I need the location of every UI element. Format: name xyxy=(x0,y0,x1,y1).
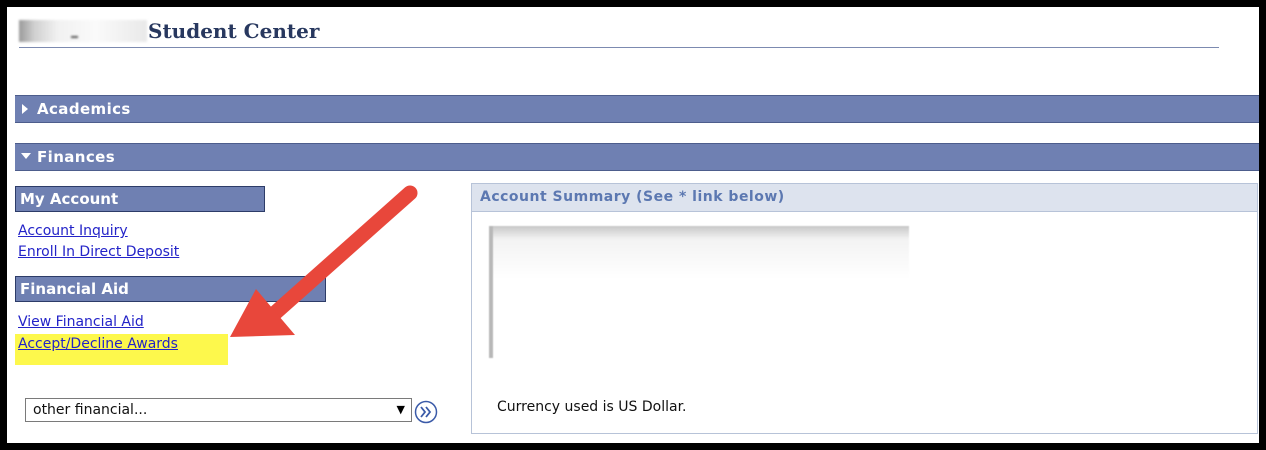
student-center-page: Student Center Academics Finances My Acc… xyxy=(7,7,1259,443)
redacted-balance-area xyxy=(489,226,909,358)
academics-section-header[interactable]: Academics xyxy=(15,95,1259,123)
title-divider xyxy=(19,47,1219,48)
my-account-heading: My Account xyxy=(15,186,265,212)
dropdown-arrow-icon: ▼ xyxy=(396,403,405,416)
account-summary-header: Account Summary (See * link below) xyxy=(472,184,1257,212)
academics-label: Academics xyxy=(37,100,131,118)
currency-note: Currency used is US Dollar. xyxy=(497,399,687,415)
collapse-triangle-icon xyxy=(21,153,31,159)
financial-aid-heading: Financial Aid xyxy=(15,276,326,302)
enroll-direct-deposit-link[interactable]: Enroll In Direct Deposit xyxy=(18,244,179,260)
account-summary-panel: Account Summary (See * link below) Curre… xyxy=(471,183,1258,434)
go-arrow-button[interactable] xyxy=(414,400,438,424)
account-inquiry-link[interactable]: Account Inquiry xyxy=(18,223,128,239)
accept-decline-awards-link[interactable]: Accept/Decline Awards xyxy=(18,336,178,352)
redacted-student-name xyxy=(19,20,147,42)
expand-triangle-icon xyxy=(22,104,28,114)
view-financial-aid-link[interactable]: View Financial Aid xyxy=(18,314,144,330)
page-title: Student Center xyxy=(148,19,320,43)
account-summary-title: Account Summary (See * link below) xyxy=(480,189,785,205)
finances-label: Finances xyxy=(37,148,116,166)
other-financial-select[interactable]: other financial... ▼ xyxy=(25,398,412,422)
finances-section-header[interactable]: Finances xyxy=(15,143,1259,171)
other-financial-selected-value: other financial... xyxy=(33,402,148,418)
